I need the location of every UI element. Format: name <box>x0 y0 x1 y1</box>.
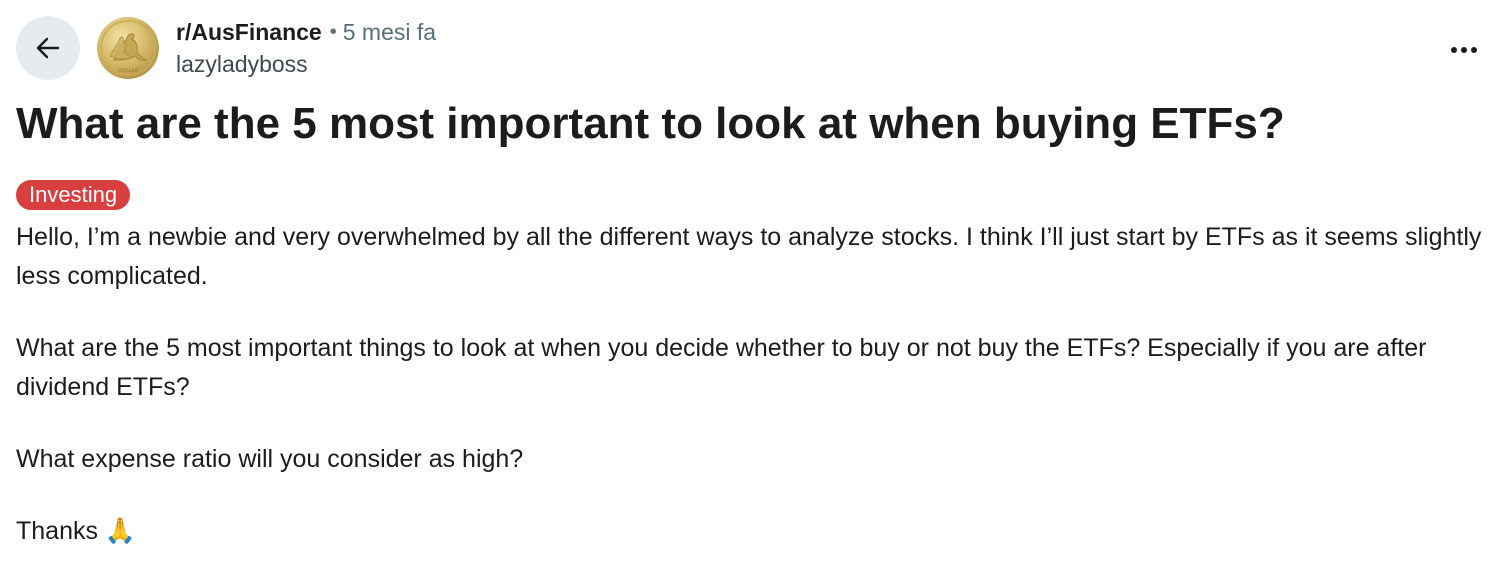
author-link[interactable]: lazyladyboss <box>176 50 436 78</box>
post-flair[interactable]: Investing <box>16 180 131 210</box>
back-button[interactable] <box>16 16 80 80</box>
meta-separator: • <box>329 21 337 43</box>
post-paragraph: What are the 5 most important things to … <box>16 334 1427 401</box>
post-container: DOLLAR r/AusFinance • 5 mesi fa lazylady… <box>16 16 1486 584</box>
post-paragraph: Thanks 🙏 <box>16 517 137 545</box>
meta-top-line: r/AusFinance • 5 mesi fa <box>176 18 436 46</box>
svg-text:DOLLAR: DOLLAR <box>118 68 139 74</box>
post-meta-text: r/AusFinance • 5 mesi fa lazyladyboss <box>176 18 436 78</box>
post-time: 5 mesi fa <box>342 19 437 45</box>
post-paragraph: Hello, I’m a newbie and very overwhelmed… <box>16 223 1482 290</box>
post-body: Hello, I’m a newbie and very overwhelmed… <box>16 218 1486 551</box>
post-title: What are the 5 most important to look at… <box>16 99 1285 148</box>
post-paragraph: What expense ratio will you consider as … <box>16 445 524 473</box>
more-horizontal-icon <box>1451 47 1477 53</box>
arrow-left-icon <box>36 37 60 59</box>
subreddit-avatar[interactable]: DOLLAR <box>96 16 160 80</box>
more-options-button[interactable] <box>1444 30 1484 70</box>
post-meta-row: DOLLAR r/AusFinance • 5 mesi fa lazylady… <box>16 16 1486 80</box>
gold-coin-kangaroo-avatar: DOLLAR <box>97 17 159 79</box>
subreddit-link[interactable]: r/AusFinance <box>176 18 322 46</box>
